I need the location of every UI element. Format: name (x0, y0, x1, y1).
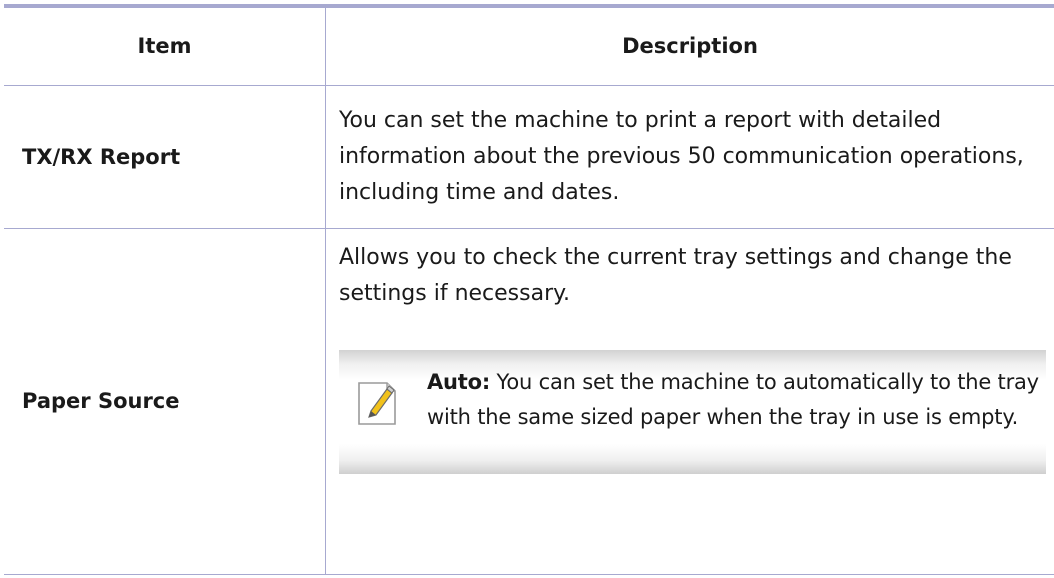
table-header-row: Item Description (4, 6, 1054, 86)
table-row: TX/RX Report You can set the machine to … (4, 85, 1054, 229)
row-description: You can set the machine to print a repor… (325, 85, 1054, 229)
note-label: Auto: (427, 369, 491, 394)
note-text: Auto: You can set the machine to automat… (427, 365, 1040, 435)
header-item: Item (4, 6, 326, 86)
table-row: Paper Source Allows you to check the cur… (4, 228, 1054, 575)
row-item-paper-source: Paper Source (4, 228, 326, 575)
row-description: Allows you to check the current tray set… (325, 228, 1054, 575)
row-item-tx-rx-report: TX/RX Report (4, 85, 326, 229)
note-box: Auto: You can set the machine to automat… (339, 349, 1046, 474)
description-text: You can set the machine to print a repor… (339, 107, 1024, 205)
note-pencil-icon (358, 381, 396, 425)
note-body: You can set the machine to automatically… (427, 369, 1039, 429)
description-text: Allows you to check the current tray set… (339, 244, 1012, 306)
header-description: Description (325, 6, 1054, 86)
settings-table: Item Description TX/RX Report You can se… (4, 4, 1054, 575)
